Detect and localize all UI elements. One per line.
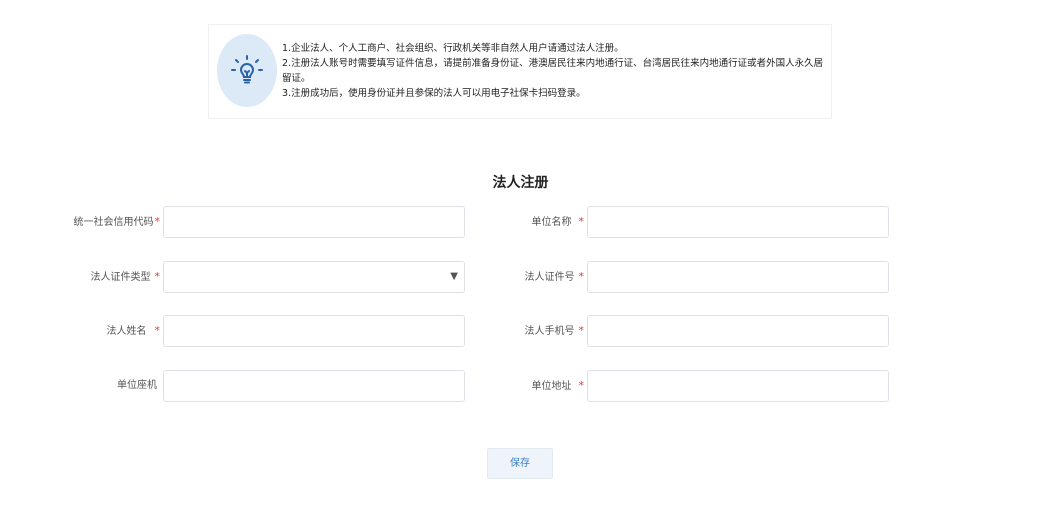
required-mark: * (578, 324, 585, 337)
cert-type-select[interactable]: ▼ (163, 261, 465, 293)
required-mark: * (154, 324, 161, 337)
legal-phone-input[interactable] (587, 315, 889, 347)
notice-line-3: 3.注册成功后，使用身份证并且参保的法人可以用电子社保卡扫码登录。 (282, 88, 586, 99)
page-title: 法人注册 (492, 175, 549, 191)
unit-landline-label: 单位座机 (117, 380, 157, 391)
save-button[interactable]: 保存 (487, 448, 553, 479)
required-mark: * (154, 215, 161, 228)
required-mark: * (578, 379, 585, 392)
unit-landline-input[interactable] (163, 370, 465, 402)
credit-code-label: 统一社会信用代码* (73, 215, 161, 228)
cert-number-input[interactable] (587, 261, 889, 293)
legal-name-label: 法人姓名 * (106, 324, 161, 337)
legal-phone-label: 法人手机号 * (524, 324, 585, 337)
required-mark: * (578, 215, 585, 228)
form-title-wrap: 法人注册 (0, 172, 1039, 192)
required-mark: * (154, 270, 161, 283)
notice-text: 1.企业法人、个人工商户、社会组织、行政机关等非自然人用户请通过法人注册。 2.… (282, 41, 827, 101)
unit-address-input[interactable] (587, 370, 889, 402)
unit-name-label: 单位名称 * (531, 215, 585, 228)
registration-notice: 1.企业法人、个人工商户、社会组织、行政机关等非自然人用户请通过法人注册。 2.… (208, 24, 832, 119)
legal-name-input[interactable] (163, 315, 465, 347)
required-mark: * (578, 270, 585, 283)
cert-type-label: 法人证件类型 * (90, 270, 161, 283)
lightbulb-icon (217, 34, 277, 107)
unit-address-label: 单位地址 * (531, 379, 585, 392)
notice-line-2: 2.注册法人账号时需要填写证件信息，请提前准备身份证、港澳居民往来内地通行证、台… (282, 58, 824, 84)
unit-name-input[interactable] (587, 206, 889, 238)
credit-code-input[interactable] (163, 206, 465, 238)
notice-line-1: 1.企业法人、个人工商户、社会组织、行政机关等非自然人用户请通过法人注册。 (282, 43, 624, 54)
cert-number-label: 法人证件号 * (524, 270, 585, 283)
triangle-down-icon[interactable]: ▼ (450, 271, 458, 282)
